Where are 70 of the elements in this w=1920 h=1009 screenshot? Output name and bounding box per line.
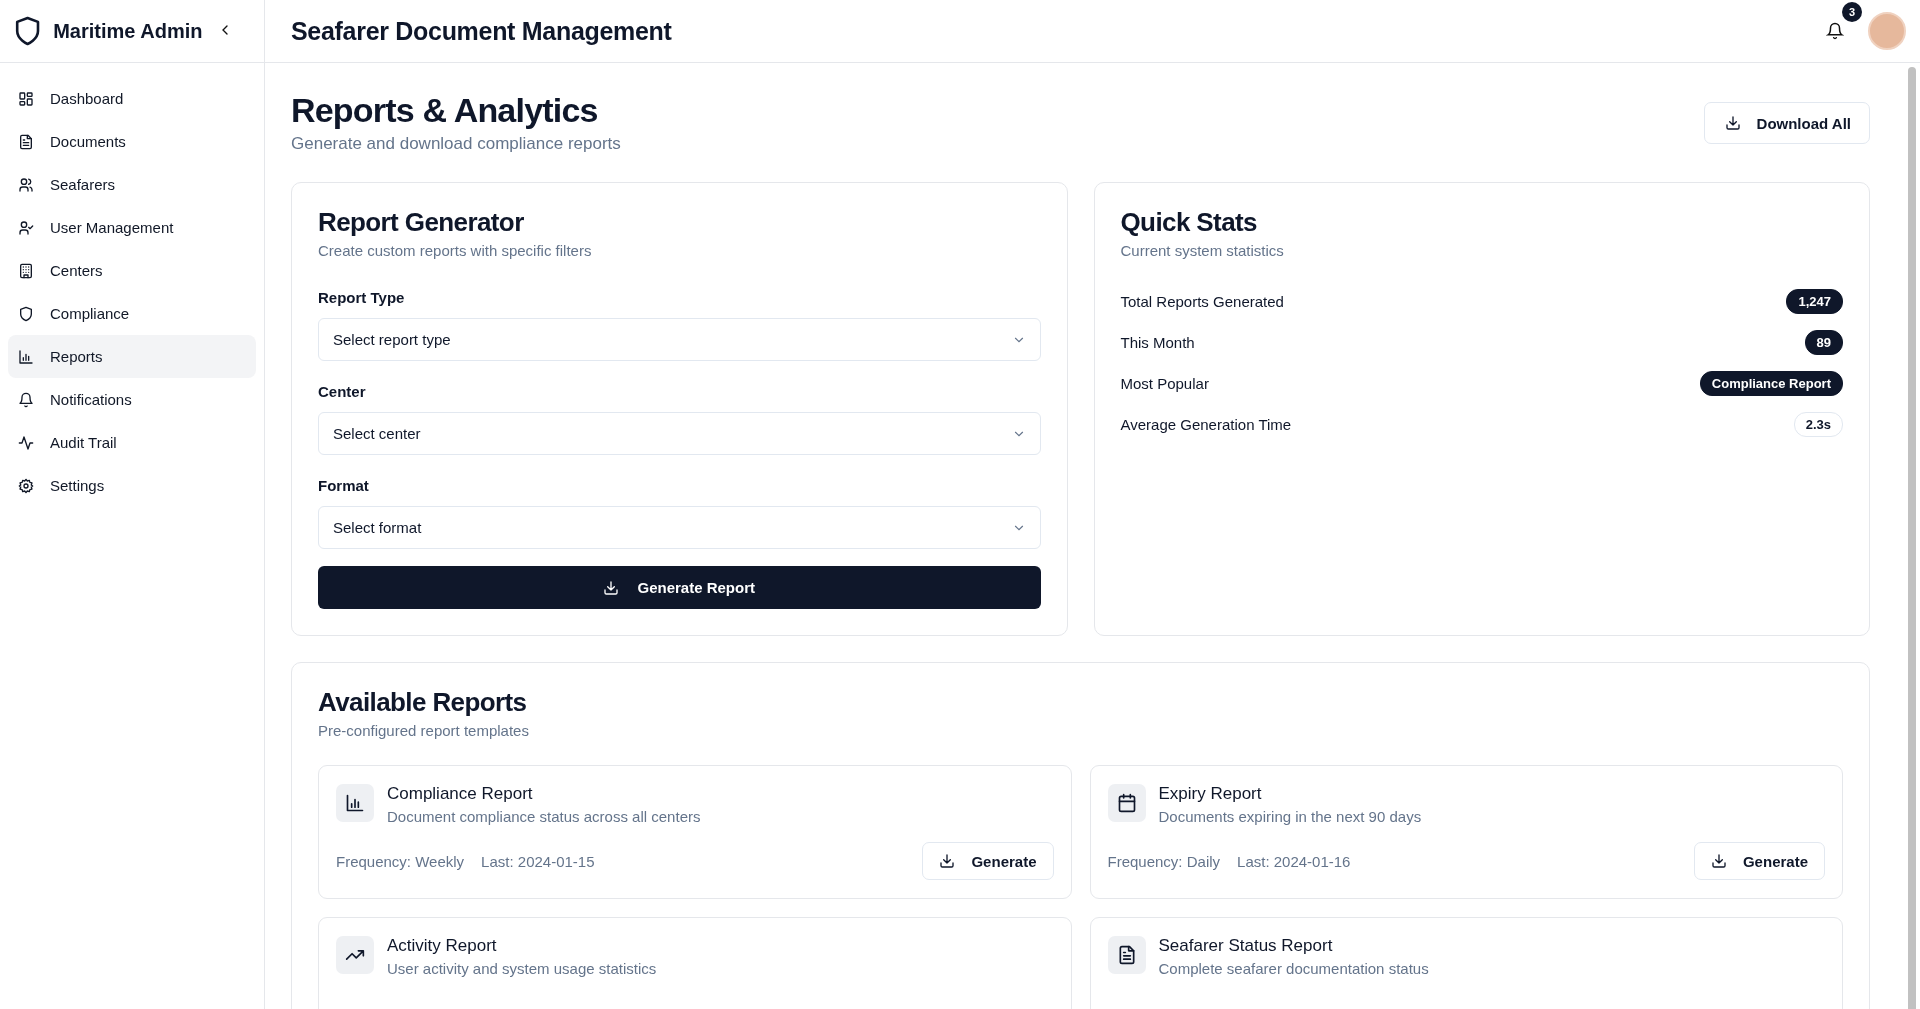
download-all-button[interactable]: Download All	[1703, 102, 1870, 144]
nav-item[interactable]: Dashboard	[8, 77, 256, 120]
select-field[interactable]: Select report type	[318, 318, 1041, 361]
stat-label: Average Generation Time	[1120, 416, 1292, 433]
notification-count: 3	[1842, 2, 1862, 22]
select-field[interactable]: Select format	[318, 506, 1041, 549]
bell-icon	[1826, 22, 1844, 40]
report-title: Activity Report	[387, 936, 498, 956]
report-title: Compliance Report	[387, 784, 534, 804]
stat-value: 2.3s	[1793, 412, 1843, 437]
card-subtitle: Current system statistics	[1120, 242, 1285, 259]
nav-item[interactable]: Documents	[8, 120, 256, 163]
stat-label: This Month	[1120, 334, 1195, 351]
field-label: Format	[318, 477, 370, 494]
bell-icon	[18, 391, 34, 408]
pulse-icon	[18, 434, 34, 451]
nav-item[interactable]: Settings	[8, 464, 256, 507]
stat-value: 1,247	[1786, 289, 1843, 314]
avatar[interactable]	[1868, 12, 1906, 50]
stat-label: Total Reports Generated	[1120, 293, 1284, 310]
card-title: Report Generator	[318, 207, 525, 238]
stat-value: 89	[1804, 330, 1843, 355]
report-description: Complete seafarer documentation status	[1158, 960, 1429, 977]
shield-icon	[18, 305, 34, 322]
header-title: Seafarer Document Management	[291, 16, 672, 46]
generate-report-button[interactable]: Generate Report	[318, 566, 1041, 609]
card-title: Quick Stats	[1120, 207, 1258, 238]
report-title: Seafarer Status Report	[1158, 936, 1334, 956]
settings-icon	[18, 477, 34, 494]
nav-item[interactable]: Audit Trail	[8, 421, 256, 464]
card-subtitle: Pre-configured report templates	[318, 722, 530, 739]
report-last-date: Last: 2024-01-16	[1237, 852, 1351, 870]
building-icon	[18, 262, 34, 279]
app-title: Maritime Admin	[53, 19, 203, 43]
calendar-icon	[1116, 793, 1137, 813]
generate-button[interactable]: Generate	[1693, 842, 1825, 880]
card-subtitle: Create custom reports with specific filters	[318, 242, 593, 259]
report-title: Expiry Report	[1158, 784, 1263, 804]
users-icon	[18, 176, 34, 193]
nav-item[interactable]: Centers	[8, 249, 256, 292]
scrollbar-thumb[interactable]	[1908, 67, 1916, 1009]
field-label: Center	[318, 383, 367, 400]
user-check-icon	[18, 219, 34, 236]
page-subtitle: Generate and download compliance reports	[291, 134, 621, 154]
generate-button[interactable]: Generate	[922, 842, 1054, 880]
bar-chart-icon	[345, 793, 365, 813]
field-label: Report Type	[318, 289, 406, 306]
download-icon	[1724, 115, 1741, 131]
card-title: Available Reports	[318, 687, 528, 718]
download-icon	[1710, 853, 1727, 869]
stat-value: Compliance Report	[1699, 371, 1843, 396]
page-title: Reports & Analytics	[291, 91, 599, 130]
report-frequency: Frequency: Weekly	[336, 852, 465, 870]
download-icon	[603, 579, 620, 596]
stat-label: Most Popular	[1120, 375, 1209, 392]
download-icon	[939, 853, 956, 869]
bar-chart-icon	[18, 348, 34, 365]
nav-item[interactable]: Reports	[8, 335, 256, 378]
select-field[interactable]: Select center	[318, 412, 1041, 455]
document-icon	[18, 133, 34, 150]
report-frequency: Frequency: Daily	[1107, 852, 1221, 870]
report-description: Documents expiring in the next 90 days	[1158, 808, 1422, 825]
report-description: Document compliance status across all centers	[387, 808, 701, 825]
nav-item[interactable]: User Management	[8, 206, 256, 249]
report-description: User activity and system usage statistics	[387, 960, 657, 977]
nav-item[interactable]: Compliance	[8, 292, 256, 335]
grid-icon	[18, 90, 34, 107]
report-last-date: Last: 2024-01-15	[481, 852, 595, 870]
nav-item[interactable]: Seafarers	[8, 163, 256, 206]
nav-item[interactable]: Notifications	[8, 378, 256, 421]
